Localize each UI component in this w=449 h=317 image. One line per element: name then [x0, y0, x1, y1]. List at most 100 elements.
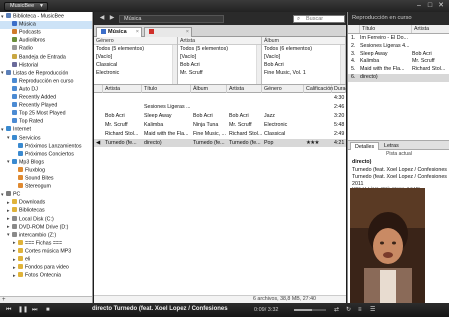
- filter-item[interactable]: [Vacío]: [262, 53, 345, 61]
- list-item[interactable]: 3. Sleep Away Bob Acri: [348, 51, 449, 59]
- sidebar-item[interactable]: Música: [0, 21, 92, 29]
- minimize-icon[interactable]: –: [414, 2, 424, 10]
- next-track-icon[interactable]: ⏭: [32, 307, 37, 313]
- table-row[interactable]: Bob Acri Sleep Away Bob Acri Bob Acri Jazz 3:…: [94, 112, 346, 120]
- sidebar-item[interactable]: ▸ Downloads: [0, 199, 92, 207]
- scrollbar[interactable]: [256, 45, 261, 84]
- sidebar-item[interactable]: Recently Played: [0, 102, 92, 110]
- filter-item[interactable]: Fine Music, Vol. 1: [262, 69, 345, 77]
- add-icon[interactable]: +: [0, 296, 92, 303]
- filter-item[interactable]: Electronic: [94, 69, 177, 77]
- column-header[interactable]: Título: [142, 85, 191, 93]
- list-item[interactable]: 1. Im Ferreiro - El Do...: [348, 35, 449, 43]
- column-header[interactable]: [94, 85, 103, 93]
- maximize-icon[interactable]: □: [425, 2, 435, 10]
- equalizer-icon[interactable]: ≡: [358, 307, 362, 313]
- column-header[interactable]: Duración: [332, 85, 355, 93]
- back-arrow-icon[interactable]: ◀: [98, 15, 106, 22]
- previous-track-icon[interactable]: ⏮: [6, 307, 11, 313]
- tab-music[interactable]: Música ×: [96, 27, 142, 37]
- filter-item[interactable]: Bob Acri: [262, 61, 345, 69]
- sidebar-item[interactable]: ▸ Fondos para video: [0, 264, 92, 272]
- filter-item[interactable]: [Vacío]: [178, 53, 261, 61]
- sidebar-item[interactable]: Recently Added: [0, 94, 92, 102]
- search-input[interactable]: ⌕ Buscar: [293, 15, 345, 23]
- list-item[interactable]: 6. directo): [348, 74, 449, 82]
- filter-item[interactable]: [Vacío]: [94, 53, 177, 61]
- scrollbar[interactable]: [340, 45, 345, 84]
- table-row[interactable]: ◀ Turnedo (fe... directo) Turnedo (fe... Tur…: [94, 139, 346, 147]
- filter-item[interactable]: Bob Acri: [178, 61, 261, 69]
- sidebar-item[interactable]: Próximos Conciertos: [0, 150, 92, 159]
- sidebar-item[interactable]: ▸ DVD-ROM Drive (D:): [0, 223, 92, 232]
- sidebar-item[interactable]: Sound Bites: [0, 175, 92, 183]
- breadcrumb[interactable]: Música: [119, 15, 224, 23]
- filter-item[interactable]: Mr. Scruff: [178, 69, 261, 77]
- sidebar-item[interactable]: ▾ PC: [0, 191, 92, 199]
- sidebar-item[interactable]: ▸ eli: [0, 256, 92, 264]
- sidebar-item[interactable]: ▸ Cortes música MP3: [0, 247, 92, 256]
- sidebar-item[interactable]: Fluxblog: [0, 166, 92, 175]
- shuffle-icon[interactable]: ⇄: [334, 307, 339, 313]
- sidebar-item[interactable]: Historial: [0, 61, 92, 70]
- filter-item[interactable]: Todos (5 elementos): [178, 45, 261, 53]
- app-menu-button[interactable]: MusicBee ▼: [4, 2, 48, 11]
- close-icon[interactable]: ✕: [436, 2, 446, 10]
- table-row[interactable]: 4:30: [94, 94, 346, 102]
- scrollbar[interactable]: [172, 45, 177, 84]
- filter-pane-header[interactable]: Artista: [178, 37, 261, 45]
- tab-lastfm[interactable]: www.lastfm.es×: [144, 27, 192, 44]
- sidebar-item[interactable]: ▸ === Fichas ===: [0, 239, 92, 248]
- sidebar-item[interactable]: ▸ Bibliotecas: [0, 207, 92, 215]
- sidebar-item[interactable]: ▸ Fotos Ontecnia: [0, 272, 92, 280]
- column-header[interactable]: Artista: [103, 85, 142, 93]
- column-header[interactable]: Calificación: [304, 85, 333, 93]
- stop-icon[interactable]: ■: [46, 307, 50, 313]
- sidebar-item[interactable]: ▾ intercambio (Z:): [0, 231, 92, 240]
- sidebar-item[interactable]: ▾ Servicios: [0, 134, 92, 143]
- filter-pane-header[interactable]: Género: [94, 37, 177, 45]
- filter-pane-header[interactable]: Álbum: [262, 37, 345, 45]
- list-item[interactable]: 2. Sesiones Ligeras 4...: [348, 43, 449, 51]
- table-row[interactable]: Richard Stol... Maid with the Fla... Fine …: [94, 130, 346, 138]
- column-header[interactable]: Artista: [412, 25, 449, 33]
- column-header[interactable]: [351, 25, 360, 33]
- close-tab-icon[interactable]: ×: [136, 28, 139, 37]
- sidebar-item[interactable]: Radio: [0, 45, 92, 53]
- list-item[interactable]: 5. Maid with the Fla... Richard Stol...: [348, 66, 449, 74]
- volume-slider[interactable]: [294, 309, 326, 311]
- close-tab-icon[interactable]: ×: [186, 28, 189, 37]
- sidebar-item[interactable]: ▾ Internet: [0, 126, 92, 134]
- sidebar-item[interactable]: ▸ Local Disk (C:): [0, 215, 92, 224]
- sidebar-item[interactable]: Top 25 Most Played: [0, 110, 92, 118]
- column-header[interactable]: Género: [262, 85, 304, 93]
- list-item-number: 6.: [351, 74, 356, 80]
- column-header[interactable]: Título: [360, 25, 412, 33]
- repeat-icon[interactable]: ↻: [346, 307, 351, 313]
- table-row[interactable]: Mr. Scruff Kalimba Ninja Tuna Mr. Scruff Ele…: [94, 121, 346, 129]
- tab-details[interactable]: Detalles: [350, 142, 380, 150]
- sidebar-item[interactable]: ▾ Biblioteca - MusicBee: [0, 13, 92, 21]
- sidebar-item[interactable]: Reproducción en curso: [0, 77, 92, 86]
- filter-item[interactable]: Todos (6 elementos): [262, 45, 345, 53]
- column-header[interactable]: Álbum: [191, 85, 227, 93]
- filter-item[interactable]: Classical: [94, 61, 177, 69]
- list-item[interactable]: 4. Kalimba Mr. Scruff: [348, 58, 449, 66]
- filter-item[interactable]: Todos (5 elementos): [94, 45, 177, 53]
- column-header[interactable]: Artista: [227, 85, 262, 93]
- sidebar-item[interactable]: ▾ Mp3 Blogs: [0, 158, 92, 167]
- sidebar-item[interactable]: Podcasts: [0, 29, 92, 37]
- forward-arrow-icon[interactable]: ▶: [108, 15, 116, 22]
- sidebar-item[interactable]: Bandeja de Entrada: [0, 53, 92, 62]
- sidebar-item[interactable]: Audiolibros: [0, 37, 92, 45]
- table-row[interactable]: Sesiones Ligeras ... 2:46: [94, 103, 346, 111]
- sidebar-item[interactable]: Próximos Lanzamientos: [0, 142, 92, 151]
- pause-icon[interactable]: ❚❚: [18, 307, 28, 313]
- tab-lyrics[interactable]: Letras: [380, 142, 403, 150]
- sidebar-item[interactable]: Top Rated: [0, 118, 92, 126]
- sidebar-item[interactable]: ▾ Listas de Reproducción: [0, 69, 92, 78]
- list-item-title: Kalimba: [360, 58, 380, 65]
- sidebar-item[interactable]: Auto DJ: [0, 85, 92, 94]
- playlist-icon[interactable]: ☰: [370, 307, 375, 313]
- sidebar-item[interactable]: Stereogum: [0, 183, 92, 191]
